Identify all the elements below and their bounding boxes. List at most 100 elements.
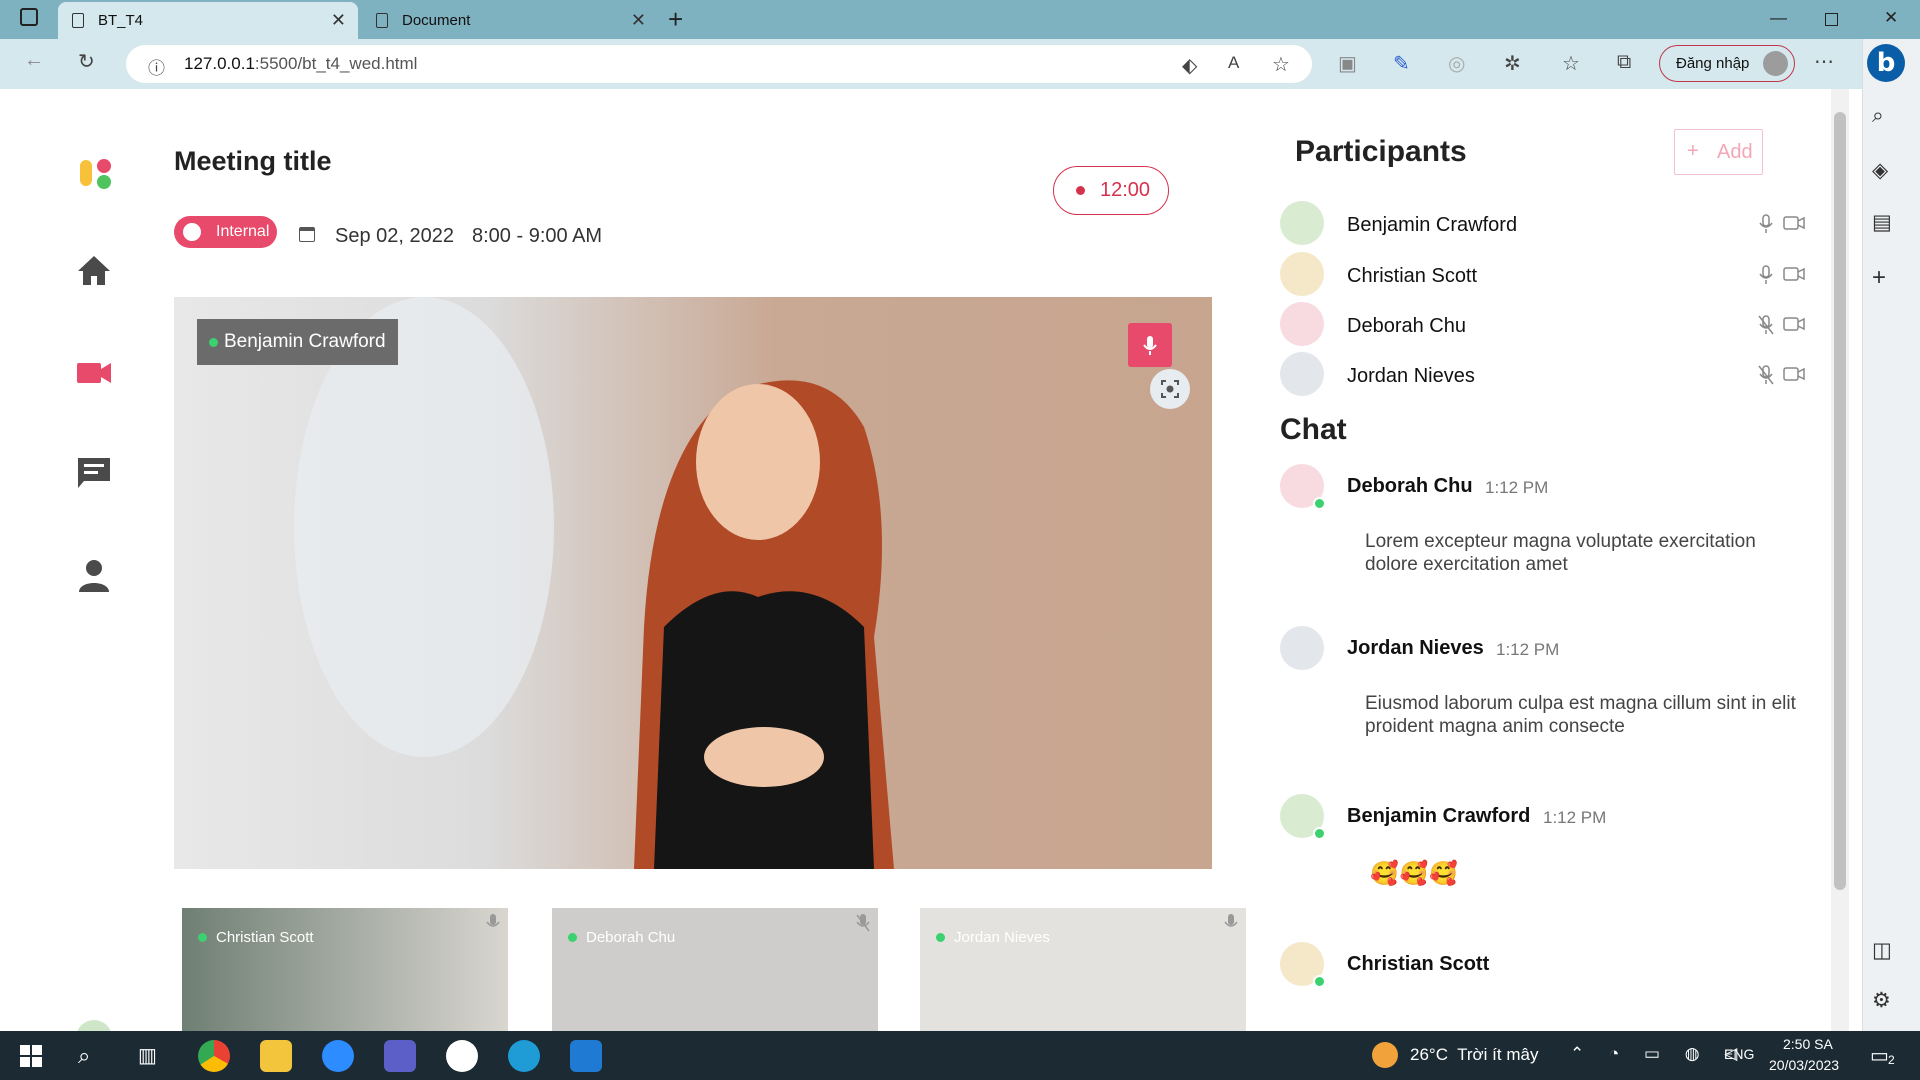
camera-icon[interactable]	[1783, 366, 1805, 382]
read-aloud-icon[interactable]: A	[1228, 53, 1239, 73]
thumbnail-name: Christian Scott	[216, 929, 314, 946]
tab-actions-icon[interactable]	[20, 8, 38, 26]
edge-icon[interactable]	[508, 1040, 540, 1072]
message-emoji: 🥰🥰🥰	[1370, 860, 1459, 886]
url-field[interactable]: ⓘ 127.0.0.1:5500/bt_t4_wed.html ⬖ A ☆	[126, 45, 1312, 83]
zoom-icon[interactable]	[322, 1040, 354, 1072]
document-icon	[72, 13, 84, 28]
chat-title: Chat	[1280, 413, 1347, 446]
more-menu-icon[interactable]: ⋯	[1814, 49, 1834, 74]
participant-thumbnail[interactable]: Jordan Nieves	[920, 908, 1246, 1031]
microphone-icon	[1143, 336, 1157, 355]
browser-tab-bar: BT_T4 ✕ Document ✕ + — ✕	[0, 0, 1920, 39]
chat-message: Jordan Nieves 1:12 PM Eiusmod laborum cu…	[1280, 626, 1800, 746]
task-view-icon[interactable]: ▥	[138, 1043, 157, 1068]
file-explorer-icon[interactable]	[260, 1040, 292, 1072]
microphone-muted-icon[interactable]	[1758, 365, 1774, 385]
favorite-add-icon[interactable]: ☆	[1272, 52, 1290, 77]
back-icon[interactable]: ←	[24, 49, 44, 72]
site-info-icon[interactable]: ⓘ	[148, 54, 165, 79]
participant-row[interactable]: Deborah Chu	[1280, 302, 1805, 348]
vscode-icon[interactable]	[570, 1040, 602, 1072]
tab-bt-t4[interactable]: BT_T4 ✕	[58, 2, 358, 39]
url-host: 127.0.0.1	[184, 54, 255, 73]
add-participant-button[interactable]: Add	[1674, 129, 1763, 175]
camera-icon[interactable]	[1783, 215, 1805, 231]
scrollbar-thumb[interactable]	[1834, 112, 1846, 890]
notification-icon[interactable]: ▭	[1870, 1043, 1889, 1068]
tabs-icon[interactable]: ⧉	[1617, 51, 1631, 74]
badge-label: Internal	[216, 223, 270, 240]
tab-document[interactable]: Document ✕	[362, 2, 658, 39]
message-text: Eiusmod laborum culpa est magna cillum s…	[1365, 693, 1796, 737]
clock-time[interactable]: 2:50 SA	[1783, 1036, 1833, 1052]
online-dot	[936, 933, 945, 942]
sidebar-toggle-icon[interactable]: ◫	[1872, 938, 1892, 963]
home-icon[interactable]	[76, 253, 112, 289]
participant-row[interactable]: Jordan Nieves	[1280, 352, 1805, 398]
clock-date[interactable]: 20/03/2023	[1769, 1057, 1839, 1073]
participant-row[interactable]: Benjamin Crawford	[1280, 201, 1805, 247]
system-tray-icons[interactable]: ⌃ ◔ ▭ ◍ ◁	[1570, 1044, 1747, 1064]
settings-icon[interactable]: ⚙	[1872, 988, 1891, 1013]
screenshot-button[interactable]	[1150, 369, 1190, 409]
message-author: Jordan Nieves	[1347, 637, 1484, 659]
compass-icon[interactable]: ◎	[1448, 51, 1465, 76]
address-bar: ← ↻ ⓘ 127.0.0.1:5500/bt_t4_wed.html ⬖ A …	[0, 39, 1920, 89]
language-indicator[interactable]: ENG	[1724, 1046, 1754, 1062]
profile-icon[interactable]	[76, 558, 112, 594]
maximize-icon[interactable]	[1825, 13, 1838, 26]
search-icon[interactable]: ⌕	[1872, 104, 1884, 128]
close-window-icon[interactable]: ✕	[1884, 8, 1898, 28]
calendar-icon	[299, 227, 315, 242]
close-tab-icon[interactable]: ✕	[631, 10, 646, 31]
participant-thumbnail[interactable]: Deborah Chu	[552, 908, 878, 1031]
participant-name: Christian Scott	[1347, 265, 1478, 287]
speaker-label: Benjamin Crawford	[197, 319, 398, 365]
refresh-icon[interactable]: ↻	[78, 49, 95, 74]
recording-timer[interactable]: 12:00	[1053, 166, 1169, 215]
message-author: Deborah Chu	[1347, 475, 1473, 497]
favorites-icon[interactable]: ☆	[1562, 51, 1580, 76]
outlook-icon[interactable]: ▤	[1872, 210, 1892, 235]
bing-icon[interactable]: b	[1867, 44, 1905, 82]
user-avatar[interactable]	[76, 1020, 112, 1031]
camera-icon[interactable]	[1783, 266, 1805, 282]
message-time: 1:12 PM	[1543, 808, 1607, 827]
add-sidebar-icon[interactable]: +	[1872, 264, 1886, 292]
microphone-icon[interactable]	[1758, 214, 1774, 234]
avatar	[1280, 201, 1324, 245]
zalo-icon[interactable]	[446, 1040, 478, 1072]
weather-text[interactable]: 26°C Trời ít mây	[1410, 1045, 1538, 1065]
shopping-icon[interactable]: ◈	[1872, 158, 1888, 183]
mic-button[interactable]	[1128, 323, 1172, 367]
windows-start-icon[interactable]	[20, 1045, 42, 1067]
video-icon[interactable]	[76, 355, 112, 391]
edge-sidebar	[1862, 39, 1920, 1031]
search-icon[interactable]: ⌕	[78, 1043, 90, 1069]
extensions-icon[interactable]: ✲	[1504, 51, 1521, 76]
participant-row[interactable]: Christian Scott	[1280, 252, 1805, 298]
chrome-icon[interactable]	[198, 1040, 230, 1072]
chat-icon[interactable]	[76, 455, 112, 491]
message-time: 1:12 PM	[1496, 640, 1560, 659]
main-video: Benjamin Crawford	[174, 297, 1212, 869]
microphone-muted-icon[interactable]	[1758, 315, 1774, 335]
camera-icon[interactable]	[1783, 316, 1805, 332]
thumbnail-name: Jordan Nieves	[954, 929, 1050, 946]
weather-icon	[1372, 1042, 1398, 1068]
tab-title: Document	[402, 12, 471, 29]
teams-icon[interactable]	[384, 1040, 416, 1072]
minimize-icon[interactable]: —	[1770, 8, 1787, 28]
login-button[interactable]: Đăng nhập	[1659, 45, 1795, 82]
extension-pen-icon[interactable]: ✎	[1393, 51, 1410, 76]
microphone-icon[interactable]	[1758, 265, 1774, 285]
new-tab-icon[interactable]: +	[668, 4, 683, 35]
online-dot	[1313, 975, 1326, 988]
participant-thumbnail[interactable]: Christian Scott	[182, 908, 508, 1031]
tag-icon[interactable]: ⬖	[1182, 53, 1197, 78]
participant-name: Benjamin Crawford	[1347, 214, 1518, 236]
thumbnail-name: Deborah Chu	[586, 929, 676, 946]
collections-icon[interactable]: ▣	[1338, 51, 1357, 76]
close-tab-icon[interactable]: ✕	[331, 10, 346, 31]
